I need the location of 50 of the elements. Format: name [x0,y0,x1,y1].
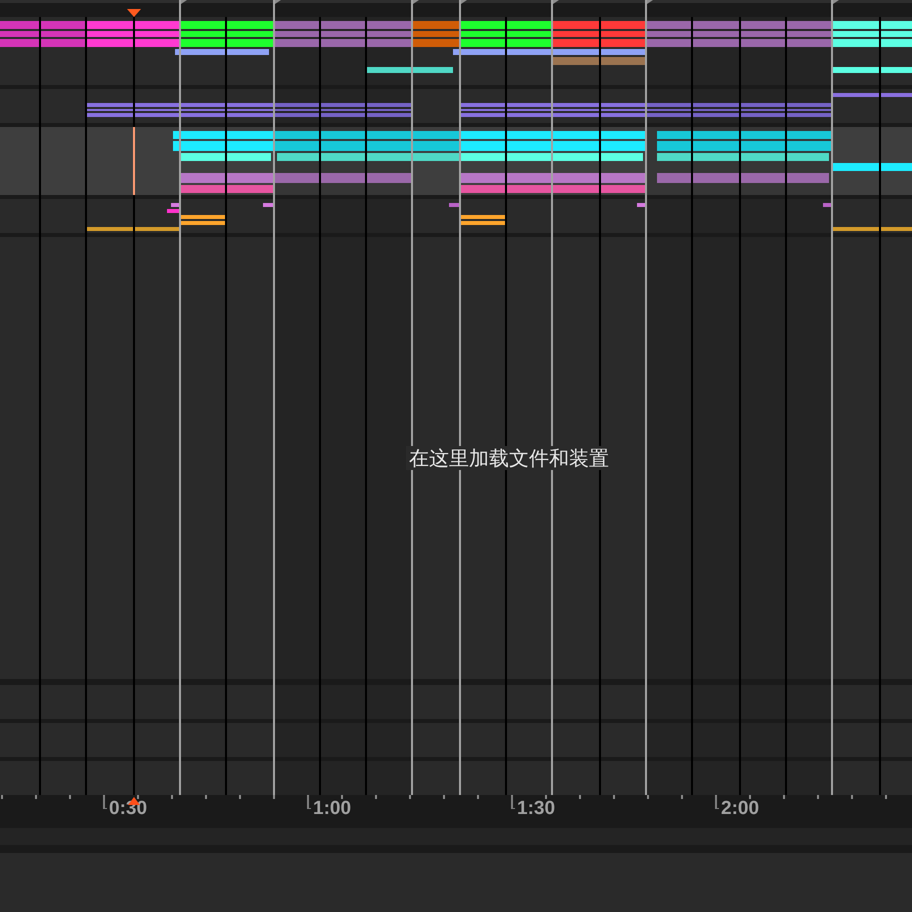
clip[interactable] [167,209,179,213]
clip[interactable] [181,185,274,193]
scrub-bar[interactable] [0,0,912,17]
clip[interactable] [275,173,412,183]
track-lane[interactable] [0,127,912,195]
clip[interactable] [461,173,646,183]
clip[interactable] [275,131,460,151]
clip[interactable] [181,153,271,161]
playhead-line [133,127,135,195]
clip[interactable] [449,203,459,207]
clip[interactable] [833,227,912,231]
clip[interactable] [175,49,269,55]
clip[interactable] [461,215,505,225]
clip[interactable] [657,131,832,151]
clip[interactable] [833,163,912,171]
clip[interactable] [553,21,646,47]
clip[interactable] [461,21,552,47]
clip[interactable] [461,153,643,161]
time-label: 1:30 [511,796,556,818]
clip[interactable] [461,131,646,151]
clip[interactable] [173,131,274,151]
clip[interactable] [181,21,274,47]
time-label: 1:00 [307,796,352,818]
clip[interactable] [87,21,180,47]
clip[interactable] [453,49,646,55]
clip[interactable] [181,215,225,225]
clip[interactable] [413,21,460,47]
clip[interactable] [657,173,829,183]
clip[interactable] [647,103,832,117]
clip[interactable] [647,21,832,47]
clip[interactable] [275,103,412,117]
clip[interactable] [87,103,274,117]
track-lane[interactable] [0,17,912,85]
clip[interactable] [277,153,460,161]
clip[interactable] [823,203,831,207]
time-label: 2:00 [715,796,760,818]
clip[interactable] [833,67,912,73]
clip[interactable] [461,103,646,117]
clip[interactable] [181,173,274,183]
clip[interactable] [637,203,645,207]
clip[interactable] [263,203,273,207]
clip[interactable] [367,67,453,73]
clip[interactable] [833,21,912,47]
clip[interactable] [0,21,85,47]
clip[interactable] [87,227,180,231]
clip[interactable] [833,93,912,97]
clip[interactable] [461,185,646,193]
clip[interactable] [657,153,829,161]
clip[interactable] [275,21,412,47]
clip[interactable] [553,57,646,65]
